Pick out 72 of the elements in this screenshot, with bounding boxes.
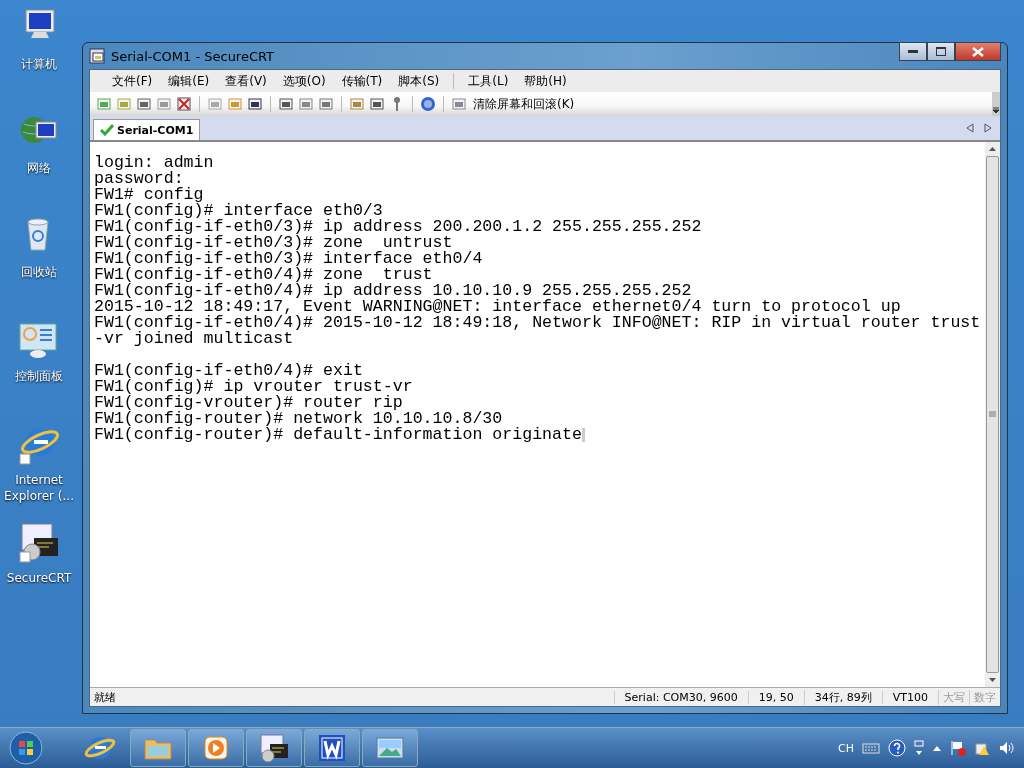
terminal-line: FW1(config-if-eth0/4)# ip address 10.10.10.9 255.255.255.252 [94,283,692,299]
minimize-button[interactable] [899,42,927,61]
check-icon [100,124,114,136]
status-text: 大写 [938,689,969,705]
desktop-icon-label[interactable]: 计算机 [21,56,57,72]
app-icon [89,48,105,64]
menu-item[interactable]: 脚本(S) [390,72,448,90]
vertical-scrollbar[interactable] [985,142,1000,687]
terminal-line: FW1(config-vrouter)# router rip [94,395,403,411]
menu-item[interactable]: 查看(V) [217,72,275,90]
clear-screen-button[interactable]: 清除屏幕和回滚(K) [471,95,577,113]
left-arrow-icon[interactable] [966,123,974,133]
desktop-icon-label[interactable]: 控制面板 [15,368,63,384]
disconnect-icon[interactable] [176,96,192,112]
terminal-line: FW1(config-router)# default-information originate [94,427,582,443]
desktop-icon-label[interactable]: SecureCRT [6,570,72,586]
tab-label: Serial-COM1 [117,123,194,137]
terminal-line: FW1(config-router)# network 10.10.10.8/30 [94,411,503,427]
overflow-caret-icon[interactable] [993,107,999,113]
menu-item[interactable]: 帮助(H) [516,72,575,90]
terminal-line: -vr joined multicast [94,331,294,347]
status-text: 数字 [969,689,1000,705]
right-arrow-icon[interactable] [984,123,992,133]
menu-item[interactable]: 编辑(E) [160,72,218,90]
terminal-lock-icon [258,732,290,764]
terminal-line: FW1(config-if-eth0/4)# 2015-10-12 18:49:18, Network INFO@NET: RIP in virtual router trust [94,315,981,331]
show-hidden-icons-icon[interactable] [932,744,942,752]
options-icon[interactable] [914,740,924,756]
menu-item[interactable]: 传输(T) [333,72,391,90]
status-text: 34行, 89列 [803,689,882,705]
menu-item[interactable]: 选项(O) [274,72,334,90]
scroll-up-icon[interactable] [988,146,997,152]
menu-item[interactable]: 文件(F) [104,72,161,90]
text-cursor [581,428,585,442]
flag-icon[interactable] [950,740,966,756]
menu-item[interactable]: 工具(L) [460,72,517,90]
terminal-line: FW1(config-if-eth0/4)# exit [94,363,363,379]
terminal-line: 2015-10-12 18:49:17, Event WARNING@NET: interface ethernet0/4 turn to protocol up [94,299,901,315]
status-text: VT100 [881,690,938,704]
status-text: 19, 50 [747,690,804,704]
terminal-line: FW1(config-if-eth0/3)# interface eth0/4 [94,251,483,267]
window-title: Serial-COM1 - SecureCRT [111,48,275,64]
terminal-line: FW1(config-if-eth0/3)# ip address 200.200.1.2 255.255.255.252 [94,219,702,235]
terminal-line: FW1# config [94,187,204,203]
speaker-icon[interactable] [998,740,1014,756]
desktop-icon-label[interactable]: 网络 [27,160,51,176]
terminal-line: password: [94,171,184,187]
close-button[interactable] [955,42,1001,61]
status-text: Serial: COM30, 9600 [613,690,748,704]
scroll-thumb[interactable] [986,156,999,673]
close-icon[interactable] [972,46,984,57]
terminal-line: FW1(config)# ip vrouter trust-vr [94,379,413,395]
minimize-icon[interactable] [908,49,918,54]
taskbar-app-button[interactable] [304,729,360,767]
maximize-button[interactable] [927,42,955,61]
terminal-line: FW1(config-if-eth0/4)# zone trust [94,267,433,283]
scroll-down-icon[interactable] [988,677,997,683]
start-button[interactable] [8,730,44,766]
terminal-line: FW1(config-if-eth0/3)# zone untrust [94,235,453,251]
w-letter-icon [316,732,348,764]
status-text: 就绪 [93,689,117,705]
toolbar-overflow-button[interactable] [992,92,1000,116]
taskbar-app-button[interactable] [246,729,302,767]
language-indicator[interactable]: CH [838,741,854,755]
terminal-line: FW1(config)# interface eth0/3 [94,203,383,219]
network-warning-icon[interactable] [974,740,990,756]
terminal-line: login: admin [94,155,214,171]
desktop-icon-label[interactable]: 回收站 [21,264,57,280]
maximize-icon[interactable] [936,47,946,56]
terminal-lock-icon[interactable] [18,522,60,564]
desktop-icon-label[interactable]: Internet Explorer (... [2,472,76,504]
session-tab[interactable]: Serial-COM1 [93,119,201,140]
